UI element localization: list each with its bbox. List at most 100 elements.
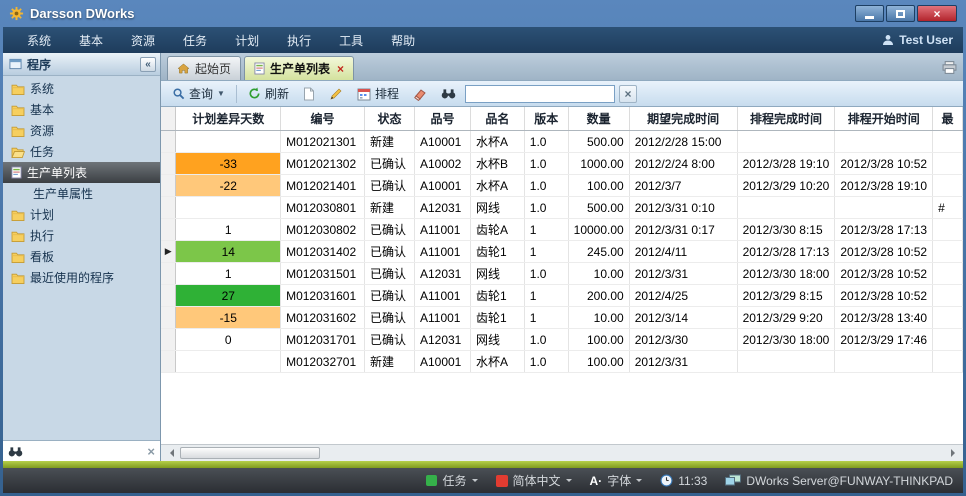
cell[interactable]: 2012/4/25: [629, 285, 737, 307]
query-button[interactable]: 查询 ▼: [167, 83, 230, 104]
sidebar-item-4[interactable]: 生产单列表: [3, 162, 160, 183]
sidebar-item-6[interactable]: 计划: [3, 204, 160, 225]
sidebar-search-clear-icon[interactable]: ×: [147, 445, 155, 458]
cell[interactable]: 1: [524, 285, 568, 307]
cell[interactable]: 2012/3/28 19:10: [835, 175, 933, 197]
scrollbar-thumb[interactable]: [180, 447, 320, 459]
column-header-9[interactable]: 排程开始时间: [835, 107, 933, 131]
table-row[interactable]: M012030801新建A12031网线1.0500.002012/3/31 0…: [161, 197, 963, 219]
cell[interactable]: 水杯A: [470, 351, 524, 373]
column-header-8[interactable]: 排程完成时间: [737, 107, 835, 131]
cell[interactable]: 2012/3/31: [629, 351, 737, 373]
cell[interactable]: 水杯A: [470, 175, 524, 197]
column-header-10[interactable]: 最: [933, 107, 963, 131]
cell[interactable]: 1.0: [524, 175, 568, 197]
cell[interactable]: 1: [524, 219, 568, 241]
tab-close-icon[interactable]: ×: [337, 63, 344, 75]
cell[interactable]: M012031601: [281, 285, 365, 307]
diff-days-cell[interactable]: -15: [176, 307, 281, 329]
cell[interactable]: 10000.00: [568, 219, 629, 241]
cell[interactable]: 2012/3/28 10:52: [835, 241, 933, 263]
cell[interactable]: 200.00: [568, 285, 629, 307]
cell[interactable]: A10002: [414, 153, 470, 175]
cell[interactable]: 已确认: [365, 219, 415, 241]
menu-item-0[interactable]: 系统: [13, 28, 65, 53]
diff-days-cell[interactable]: -22: [176, 175, 281, 197]
cell[interactable]: 2012/3/14: [629, 307, 737, 329]
cell[interactable]: 新建: [365, 131, 415, 153]
cell[interactable]: 2012/3/29 10:20: [737, 175, 835, 197]
diff-days-cell[interactable]: 1: [176, 263, 281, 285]
cell[interactable]: 齿轮1: [470, 241, 524, 263]
cell[interactable]: A12031: [414, 263, 470, 285]
cell[interactable]: A11001: [414, 285, 470, 307]
search-clear-button[interactable]: ×: [619, 85, 637, 103]
cell[interactable]: 2012/3/30 18:00: [737, 329, 835, 351]
cell[interactable]: M012031402: [281, 241, 365, 263]
column-header-6[interactable]: 数量: [568, 107, 629, 131]
statusbar-task-selector[interactable]: 任务: [426, 472, 477, 489]
statusbar-language-selector[interactable]: 简体中文: [496, 472, 572, 489]
cell[interactable]: A11001: [414, 307, 470, 329]
maximize-button[interactable]: [886, 5, 915, 22]
scroll-left-button[interactable]: [161, 445, 178, 461]
cell[interactable]: [933, 263, 963, 285]
cell[interactable]: A11001: [414, 241, 470, 263]
menu-item-3[interactable]: 任务: [169, 28, 221, 53]
column-header-4[interactable]: 品名: [470, 107, 524, 131]
menu-item-5[interactable]: 执行: [273, 28, 325, 53]
cell[interactable]: M012031501: [281, 263, 365, 285]
column-header-1[interactable]: 编号: [281, 107, 365, 131]
cell[interactable]: 2012/3/28 17:13: [737, 241, 835, 263]
cell[interactable]: A10001: [414, 351, 470, 373]
cell[interactable]: 1.0: [524, 351, 568, 373]
cell[interactable]: 2012/3/28 19:10: [737, 153, 835, 175]
cell[interactable]: 1.0: [524, 263, 568, 285]
cell[interactable]: 2012/3/29 8:15: [737, 285, 835, 307]
column-header-3[interactable]: 品号: [414, 107, 470, 131]
sidebar-item-9[interactable]: 最近使用的程序: [3, 267, 160, 288]
diff-days-cell[interactable]: 0: [176, 329, 281, 351]
diff-days-cell[interactable]: [176, 131, 281, 153]
cell[interactable]: 2012/3/28 13:40: [835, 307, 933, 329]
menu-item-1[interactable]: 基本: [65, 28, 117, 53]
new-button[interactable]: [298, 85, 320, 103]
sidebar-item-0[interactable]: 系统: [3, 78, 160, 99]
cell[interactable]: M012021401: [281, 175, 365, 197]
cell[interactable]: 新建: [365, 351, 415, 373]
cell[interactable]: 245.00: [568, 241, 629, 263]
menu-item-2[interactable]: 资源: [117, 28, 169, 53]
schedule-button[interactable]: 排程: [352, 83, 404, 104]
cell[interactable]: 已确认: [365, 285, 415, 307]
cell[interactable]: A10001: [414, 131, 470, 153]
sidebar-item-5[interactable]: 生产单属性: [3, 183, 160, 204]
cell[interactable]: 2012/2/24 8:00: [629, 153, 737, 175]
cell[interactable]: 1: [524, 307, 568, 329]
cell[interactable]: M012030802: [281, 219, 365, 241]
cell[interactable]: 2012/3/28 10:52: [835, 153, 933, 175]
cell[interactable]: 已确认: [365, 153, 415, 175]
table-row[interactable]: -15M012031602已确认A11001齿轮1110.002012/3/14…: [161, 307, 963, 329]
cell[interactable]: 2012/4/11: [629, 241, 737, 263]
cell[interactable]: A12031: [414, 197, 470, 219]
cell[interactable]: 已确认: [365, 307, 415, 329]
cell[interactable]: 齿轮1: [470, 307, 524, 329]
cell[interactable]: [933, 153, 963, 175]
cell[interactable]: 500.00: [568, 197, 629, 219]
minimize-button[interactable]: [855, 5, 884, 22]
cell[interactable]: 100.00: [568, 351, 629, 373]
cell[interactable]: 2012/3/28 17:13: [835, 219, 933, 241]
cell[interactable]: 10.00: [568, 263, 629, 285]
cell[interactable]: A10001: [414, 175, 470, 197]
cell[interactable]: A12031: [414, 329, 470, 351]
diff-days-cell[interactable]: [176, 351, 281, 373]
cell[interactable]: 网线: [470, 197, 524, 219]
table-row[interactable]: 27M012031601已确认A11001齿轮11200.002012/4/25…: [161, 285, 963, 307]
cell[interactable]: 2012/3/28 10:52: [835, 285, 933, 307]
cell[interactable]: [737, 131, 835, 153]
cell[interactable]: 已确认: [365, 241, 415, 263]
table-row[interactable]: -33M012021302已确认A10002水杯B1.01000.002012/…: [161, 153, 963, 175]
cell[interactable]: M012032701: [281, 351, 365, 373]
cell[interactable]: M012030801: [281, 197, 365, 219]
cell[interactable]: 1.0: [524, 197, 568, 219]
